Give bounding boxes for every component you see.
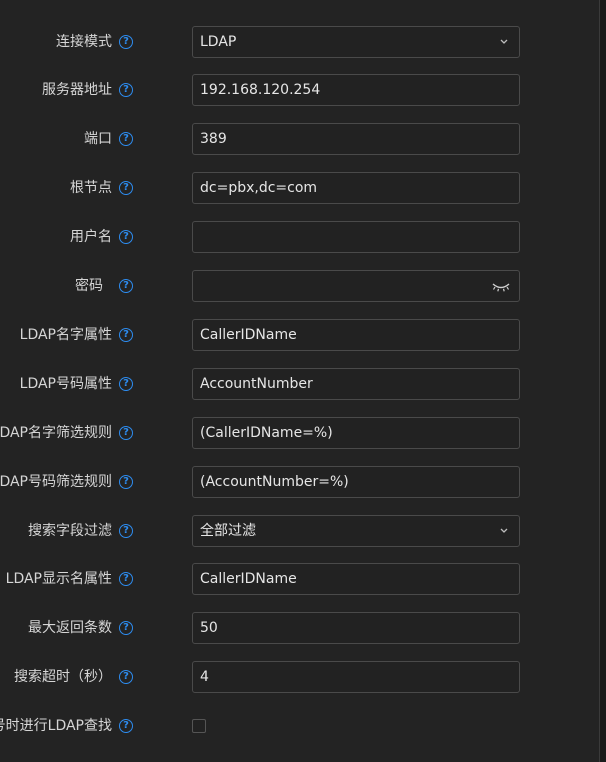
ldap-name-attribute-input[interactable]: CallerIDName: [192, 319, 520, 351]
label-search-timeout: 搜索超时（秒）: [14, 669, 112, 685]
label-ldap-name-attribute: LDAP名字属性: [19, 327, 112, 343]
chevron-down-icon: [500, 528, 508, 533]
label-search-field-filter: 搜索字段过滤: [28, 523, 112, 539]
label-port: 端口: [84, 131, 112, 147]
row-ldap-number-filter: LDAP号码筛选规则 ? (AccountNumber=%): [0, 466, 599, 498]
question-circle-icon[interactable]: ?: [119, 35, 133, 49]
question-circle-icon[interactable]: ?: [119, 377, 133, 391]
question-circle-icon[interactable]: ?: [119, 719, 133, 733]
row-ldap-lookup-on-dial: 拨号时进行LDAP查找 ?: [0, 710, 599, 742]
row-ldap-number-attribute: LDAP号码属性 ? AccountNumber: [0, 368, 599, 400]
search-field-filter-value: 全部过滤: [200, 523, 256, 539]
port-input[interactable]: 389: [192, 123, 520, 155]
row-connection-mode: 连接模式 ? LDAP: [0, 26, 599, 58]
row-root-node: 根节点 ? dc=pbx,dc=com: [0, 172, 599, 204]
label-username: 用户名: [70, 229, 112, 245]
row-password: 密码 ?: [0, 270, 599, 302]
question-circle-icon[interactable]: ?: [119, 83, 133, 97]
label-connection-mode: 连接模式: [56, 34, 112, 50]
question-circle-icon[interactable]: ?: [119, 426, 133, 440]
search-timeout-input[interactable]: 4: [192, 661, 520, 693]
row-server-address: 服务器地址 ? 192.168.120.254: [0, 74, 599, 106]
row-max-results: 最大返回条数 ? 50: [0, 612, 599, 644]
ldap-number-filter-input[interactable]: (AccountNumber=%): [192, 466, 520, 498]
search-field-filter-select[interactable]: 全部过滤: [192, 515, 520, 547]
label-password: 密码: [75, 278, 103, 294]
password-input[interactable]: [192, 270, 520, 302]
question-circle-icon[interactable]: ?: [119, 524, 133, 538]
ldap-name-filter-input[interactable]: (CallerIDName=%): [192, 417, 520, 449]
chevron-down-icon: [500, 39, 508, 44]
label-ldap-name-filter: LDAP名字筛选规则: [0, 425, 112, 441]
label-ldap-display-name-attribute: LDAP显示名属性: [5, 571, 112, 587]
max-results-input[interactable]: 50: [192, 612, 520, 644]
label-ldap-number-attribute: LDAP号码属性: [19, 376, 112, 392]
eye-closed-icon[interactable]: [491, 279, 511, 293]
label-root-node: 根节点: [70, 180, 112, 196]
ldap-display-name-attribute-input[interactable]: CallerIDName: [192, 563, 520, 595]
ldap-settings-panel: 连接模式 ? LDAP 服务器地址 ? 192.168.120.254 端口 ?…: [0, 0, 600, 762]
row-port: 端口 ? 389: [0, 123, 599, 155]
question-circle-icon[interactable]: ?: [119, 230, 133, 244]
connection-mode-select[interactable]: LDAP: [192, 26, 520, 58]
question-circle-icon[interactable]: ?: [119, 181, 133, 195]
label-server-address: 服务器地址: [42, 82, 112, 98]
question-circle-icon[interactable]: ?: [119, 328, 133, 342]
label-ldap-number-filter: LDAP号码筛选规则: [0, 474, 112, 490]
row-search-timeout: 搜索超时（秒） ? 4: [0, 661, 599, 693]
connection-mode-value: LDAP: [200, 34, 237, 50]
label-max-results: 最大返回条数: [28, 620, 112, 636]
row-ldap-display-name-attribute: LDAP显示名属性 ? CallerIDName: [0, 563, 599, 595]
question-circle-icon[interactable]: ?: [119, 132, 133, 146]
row-username: 用户名 ?: [0, 221, 599, 253]
scrollbar-track[interactable]: [600, 0, 606, 762]
label-ldap-lookup-on-dial: 拨号时进行LDAP查找: [0, 718, 112, 734]
ldap-number-attribute-input[interactable]: AccountNumber: [192, 368, 520, 400]
question-circle-icon[interactable]: ?: [119, 572, 133, 586]
row-ldap-name-attribute: LDAP名字属性 ? CallerIDName: [0, 319, 599, 351]
question-circle-icon[interactable]: ?: [119, 475, 133, 489]
server-address-input[interactable]: 192.168.120.254: [192, 74, 520, 106]
row-search-field-filter: 搜索字段过滤 ? 全部过滤: [0, 515, 599, 547]
ldap-lookup-on-dial-checkbox[interactable]: [192, 719, 206, 733]
question-circle-icon[interactable]: ?: [119, 279, 133, 293]
question-circle-icon[interactable]: ?: [119, 670, 133, 684]
row-ldap-name-filter: LDAP名字筛选规则 ? (CallerIDName=%): [0, 417, 599, 449]
username-input[interactable]: [192, 221, 520, 253]
root-node-input[interactable]: dc=pbx,dc=com: [192, 172, 520, 204]
question-circle-icon[interactable]: ?: [119, 621, 133, 635]
